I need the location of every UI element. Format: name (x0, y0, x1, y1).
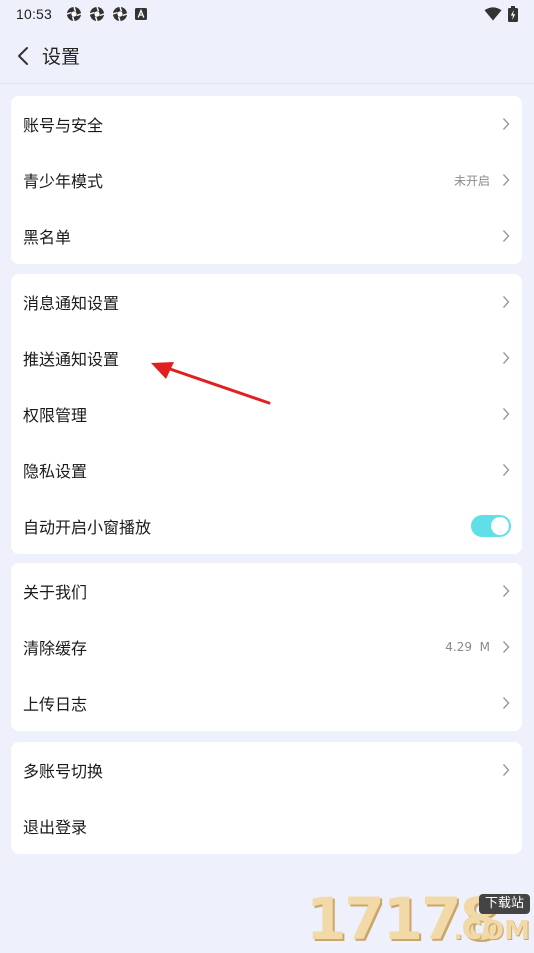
chevron-right-icon (502, 352, 510, 364)
settings-item-label: 权限管理 (23, 406, 88, 425)
settings-item-blacklist[interactable]: 黑名单 (11, 208, 522, 264)
notification-icons (66, 6, 148, 22)
settings-item-auto-mini-window: 自动开启小窗播放 (11, 498, 522, 554)
toggle-knob (491, 517, 509, 535)
chevron-left-icon (18, 46, 28, 65)
settings-item-label: 上传日志 (23, 695, 88, 714)
wifi-icon (484, 7, 502, 21)
settings-item-label: 关于我们 (23, 583, 88, 602)
settings-item-switch-account[interactable]: 多账号切换 (11, 742, 522, 798)
settings-item-label: 消息通知设置 (23, 294, 120, 313)
chevron-right-icon (502, 174, 510, 186)
settings-item-logout[interactable]: 退出登录 (11, 798, 522, 854)
settings-item-label: 自动开启小窗播放 (23, 518, 152, 537)
app-header: 设置 (0, 28, 534, 84)
settings-group-app: 关于我们 清除缓存 4.29 M 上传日志 (11, 563, 522, 731)
settings-group-notifications: 消息通知设置 推送通知设置 权限管理 隐私设置 自动开启小窗播放 (11, 274, 522, 554)
settings-item-label: 清除缓存 (23, 639, 88, 658)
settings-item-label: 黑名单 (23, 228, 72, 247)
watermark-badge: 下载站 (478, 894, 530, 914)
settings-group-account: 账号与安全 青少年模式 未开启 黑名单 (11, 96, 522, 264)
settings-item-label: 隐私设置 (23, 462, 88, 481)
battery-charging-icon (508, 6, 518, 22)
settings-item-clear-cache[interactable]: 清除缓存 4.29 M (11, 619, 522, 675)
settings-item-message-notifications[interactable]: 消息通知设置 (11, 274, 522, 330)
system-icons (484, 6, 518, 22)
settings-item-account-security[interactable]: 账号与安全 (11, 96, 522, 152)
settings-group-session: 多账号切换 退出登录 (11, 742, 522, 854)
settings-item-upload-log[interactable]: 上传日志 (11, 675, 522, 731)
settings-item-label: 推送通知设置 (23, 350, 120, 369)
auto-mini-window-toggle[interactable] (471, 515, 511, 537)
site-watermark: 17178 下载站 .COM (306, 888, 532, 950)
watermark-domain: .COM (453, 916, 530, 946)
chevron-right-icon (502, 641, 510, 653)
aperture-icon (66, 6, 82, 22)
chevron-right-icon (502, 464, 510, 476)
chevron-right-icon (502, 697, 510, 709)
settings-item-about-us[interactable]: 关于我们 (11, 563, 522, 619)
settings-item-label: 退出登录 (23, 818, 88, 837)
annotation-arrow-icon (151, 362, 271, 405)
status-bar: 10:53 (0, 0, 534, 28)
chevron-right-icon (502, 585, 510, 597)
settings-item-label: 青少年模式 (23, 172, 104, 191)
aperture-icon (112, 6, 128, 22)
settings-item-privacy[interactable]: 隐私设置 (11, 442, 522, 498)
page-title: 设置 (42, 46, 81, 68)
chevron-right-icon (502, 118, 510, 130)
settings-item-youth-mode[interactable]: 青少年模式 未开启 (11, 152, 522, 208)
aperture-icon (89, 6, 105, 22)
back-button[interactable] (12, 43, 34, 69)
settings-item-label: 多账号切换 (23, 762, 104, 781)
status-time: 10:53 (16, 6, 53, 22)
text-a-icon (135, 8, 148, 20)
chevron-right-icon (502, 230, 510, 242)
cache-size: 4.29 M (445, 640, 490, 654)
chevron-right-icon (502, 764, 510, 776)
chevron-right-icon (502, 408, 510, 420)
settings-item-label: 账号与安全 (23, 116, 104, 135)
youth-mode-status: 未开启 (453, 173, 490, 188)
chevron-right-icon (502, 296, 510, 308)
